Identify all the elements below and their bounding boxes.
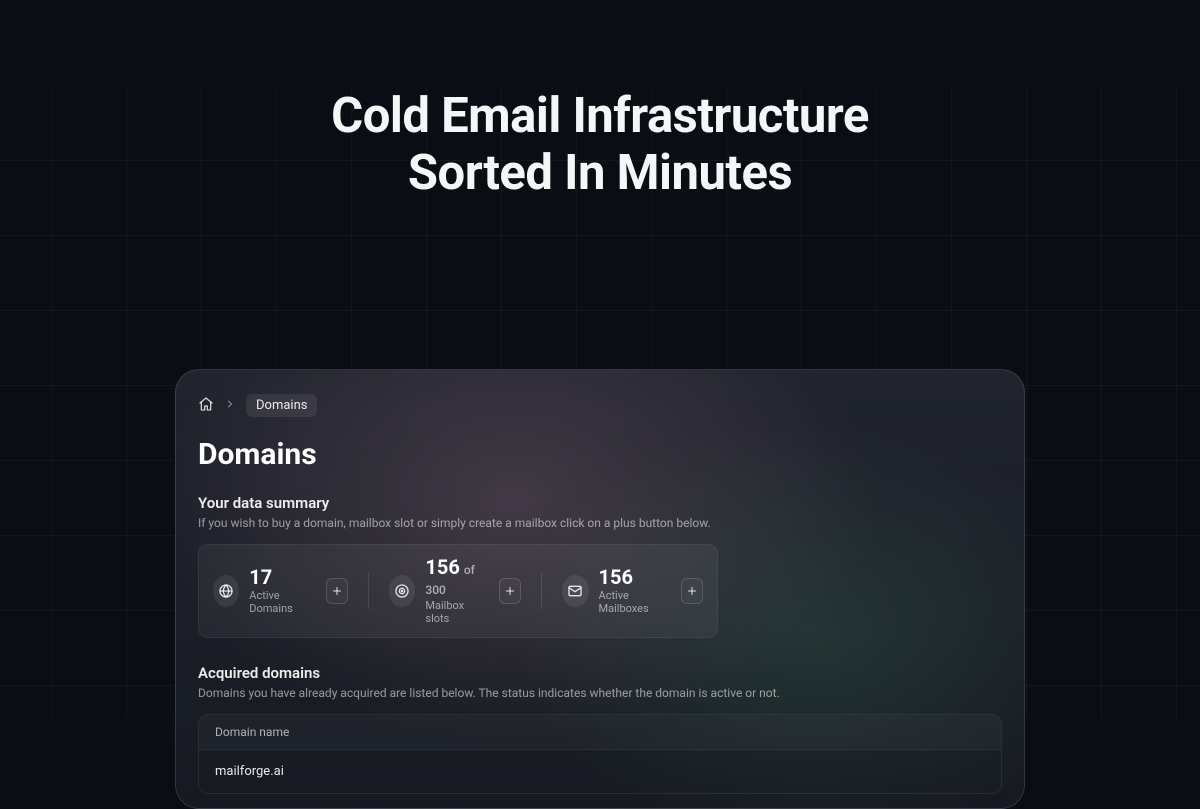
summary-title: Your data summary: [198, 494, 1002, 512]
stat-domains-label: Active Domains: [249, 589, 312, 615]
stat-domains-value: 17: [249, 567, 312, 587]
globe-icon: [213, 575, 239, 607]
slots-icon: [389, 575, 415, 607]
table-row[interactable]: mailforge.ai: [199, 750, 1001, 793]
stat-slots-value: 156of 300: [425, 557, 485, 597]
home-icon[interactable]: [198, 396, 214, 416]
domains-table: Domain name mailforge.ai: [198, 714, 1002, 794]
acquired-title: Acquired domains: [198, 664, 1002, 682]
page-title: Domains: [198, 437, 1002, 472]
stat-divider: [368, 573, 369, 609]
summary-subtitle: If you wish to buy a domain, mailbox slo…: [198, 516, 1002, 530]
breadcrumb: Domains: [198, 394, 1002, 417]
stat-active-domains: 17 Active Domains: [213, 567, 312, 615]
chevron-right-icon: [224, 398, 236, 414]
headline-line-1: Cold Email Infrastructure: [331, 87, 869, 144]
mail-icon: [562, 575, 588, 607]
breadcrumb-current[interactable]: Domains: [246, 394, 317, 417]
acquired-subtitle: Domains you have already acquired are li…: [198, 686, 1002, 700]
stat-slots-number: 156: [425, 555, 459, 579]
stat-divider: [541, 573, 542, 609]
stats-panel: 17 Active Domains 156of 300 Mailbox slot…: [198, 544, 718, 638]
table-header-domain-name: Domain name: [199, 715, 1001, 750]
add-slot-button[interactable]: [499, 578, 521, 604]
stat-active-mailboxes: 156 Active Mailboxes: [562, 567, 667, 615]
stat-mailboxes-value: 156: [599, 567, 667, 587]
stat-slots-label: Mailbox slots: [425, 599, 485, 625]
hero-headline: Cold Email Infrastructure Sorted In Minu…: [0, 88, 1200, 202]
stat-mailboxes-label: Active Mailboxes: [599, 589, 667, 615]
add-mailbox-button[interactable]: [681, 578, 703, 604]
headline-line-2: Sorted In Minutes: [408, 144, 792, 201]
add-domain-button[interactable]: [326, 578, 348, 604]
stat-mailbox-slots: 156of 300 Mailbox slots: [389, 557, 485, 625]
app-window: Domains Domains Your data summary If you…: [175, 369, 1025, 809]
